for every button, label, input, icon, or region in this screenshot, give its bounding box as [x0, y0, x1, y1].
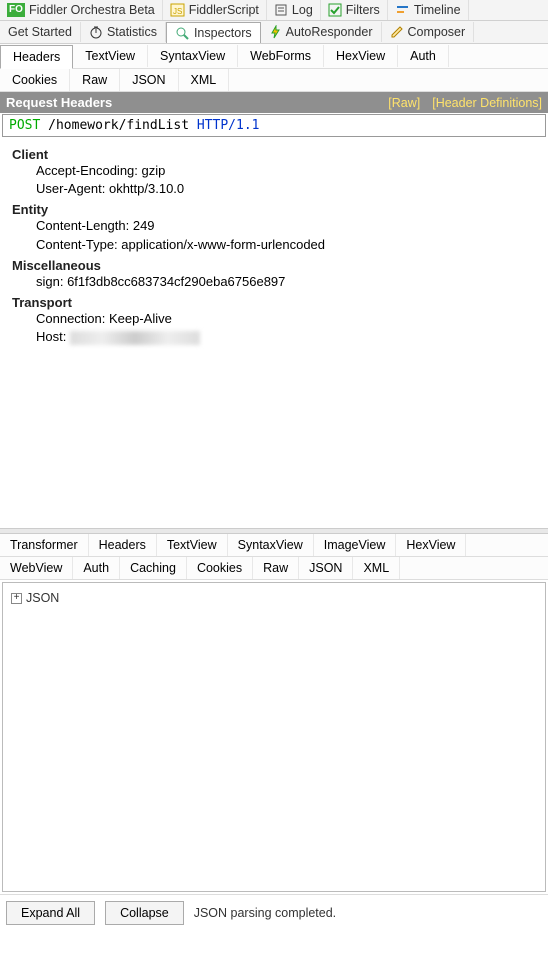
- restab-imageview[interactable]: ImageView: [314, 534, 397, 556]
- expand-all-button[interactable]: Expand All: [6, 901, 95, 925]
- restab-cookies[interactable]: Cookies: [187, 557, 253, 579]
- tab-label: Log: [292, 3, 313, 17]
- timeline-icon: [395, 3, 410, 17]
- json-root-node[interactable]: + JSON: [11, 591, 537, 605]
- json-tree-view[interactable]: + JSON: [2, 582, 546, 892]
- json-root-label: JSON: [26, 591, 59, 605]
- restab-raw[interactable]: Raw: [253, 557, 299, 579]
- checkmark-icon: [328, 3, 342, 17]
- script-icon: JS: [170, 3, 185, 17]
- reqtab-webforms[interactable]: WebForms: [238, 45, 324, 67]
- link-header-definitions[interactable]: [Header Definitions]: [432, 96, 542, 110]
- section-transport: Transport: [12, 295, 538, 310]
- reqtab-auth[interactable]: Auth: [398, 45, 449, 67]
- reqtab-json[interactable]: JSON: [120, 69, 178, 91]
- collapse-button[interactable]: Collapse: [105, 901, 184, 925]
- reqtab-raw[interactable]: Raw: [70, 69, 120, 91]
- magnifier-icon: [175, 26, 190, 40]
- restab-caching[interactable]: Caching: [120, 557, 187, 579]
- tab-autoresponder[interactable]: AutoResponder: [261, 22, 382, 42]
- http-method: POST: [9, 118, 40, 133]
- restab-textview[interactable]: TextView: [157, 534, 228, 556]
- tab-filters[interactable]: Filters: [321, 0, 388, 20]
- reqtab-xml[interactable]: XML: [179, 69, 230, 91]
- lightning-icon: [269, 25, 282, 39]
- restab-webview[interactable]: WebView: [0, 557, 73, 579]
- tab-label: Statistics: [107, 25, 157, 39]
- hdr-connection[interactable]: Connection: Keep-Alive: [36, 310, 538, 328]
- reqtab-textview[interactable]: TextView: [73, 45, 148, 67]
- http-path: /homework/findList: [48, 118, 189, 133]
- tab-label: Get Started: [8, 25, 72, 39]
- hdr-content-length[interactable]: Content-Length: 249: [36, 217, 538, 235]
- tab-label: Composer: [408, 25, 466, 39]
- restab-syntaxview[interactable]: SyntaxView: [228, 534, 314, 556]
- http-protocol: HTTP/1.1: [197, 118, 260, 133]
- restab-auth[interactable]: Auth: [73, 557, 120, 579]
- expand-icon[interactable]: +: [11, 593, 22, 604]
- tab-fiddlerscript[interactable]: JS FiddlerScript: [163, 0, 267, 20]
- tab-log[interactable]: Log: [267, 0, 321, 20]
- tab-label: AutoResponder: [286, 25, 373, 39]
- tab-label: Fiddler Orchestra Beta: [29, 3, 155, 17]
- section-entity: Entity: [12, 202, 538, 217]
- status-text: JSON parsing completed.: [194, 906, 336, 920]
- restab-json[interactable]: JSON: [299, 557, 353, 579]
- reqtab-syntaxview[interactable]: SyntaxView: [148, 45, 238, 67]
- tab-timeline[interactable]: Timeline: [388, 0, 469, 20]
- restab-transformer[interactable]: Transformer: [0, 534, 89, 556]
- tab-inspectors[interactable]: Inspectors: [166, 22, 261, 44]
- log-icon: [274, 3, 288, 17]
- tab-get-started[interactable]: Get Started: [0, 22, 81, 42]
- hdr-user-agent[interactable]: User-Agent: okhttp/3.10.0: [36, 180, 538, 198]
- tab-label: Inspectors: [194, 26, 252, 40]
- restab-hexview[interactable]: HexView: [396, 534, 466, 556]
- tab-fiddler-orchestra[interactable]: FO Fiddler Orchestra Beta: [0, 0, 163, 20]
- pencil-icon: [390, 25, 404, 39]
- tab-label: FiddlerScript: [189, 3, 259, 17]
- restab-xml[interactable]: XML: [353, 557, 400, 579]
- hdr-sign[interactable]: sign: 6f1f3db8cc683734cf290eba6756e897: [36, 273, 538, 291]
- request-line: POST /homework/findList HTTP/1.1: [2, 114, 546, 137]
- tab-statistics[interactable]: Statistics: [81, 22, 166, 42]
- request-headers-title: Request Headers: [6, 95, 112, 110]
- tab-composer[interactable]: Composer: [382, 22, 475, 42]
- reqtab-hexview[interactable]: HexView: [324, 45, 398, 67]
- fo-icon: FO: [7, 3, 25, 17]
- reqtab-cookies[interactable]: Cookies: [0, 69, 70, 91]
- section-client: Client: [12, 147, 538, 162]
- hdr-host[interactable]: Host:: [36, 328, 538, 346]
- stopwatch-icon: [89, 25, 103, 39]
- tab-label: Filters: [346, 3, 380, 17]
- svg-text:JS: JS: [173, 7, 182, 16]
- reqtab-headers[interactable]: Headers: [0, 45, 73, 69]
- restab-headers[interactable]: Headers: [89, 534, 157, 556]
- redacted-host: [70, 331, 200, 345]
- hdr-content-type[interactable]: Content-Type: application/x-www-form-url…: [36, 236, 538, 254]
- tab-label: Timeline: [414, 3, 461, 17]
- link-raw[interactable]: [Raw]: [388, 96, 420, 110]
- section-misc: Miscellaneous: [12, 258, 538, 273]
- hdr-accept-encoding[interactable]: Accept-Encoding: gzip: [36, 162, 538, 180]
